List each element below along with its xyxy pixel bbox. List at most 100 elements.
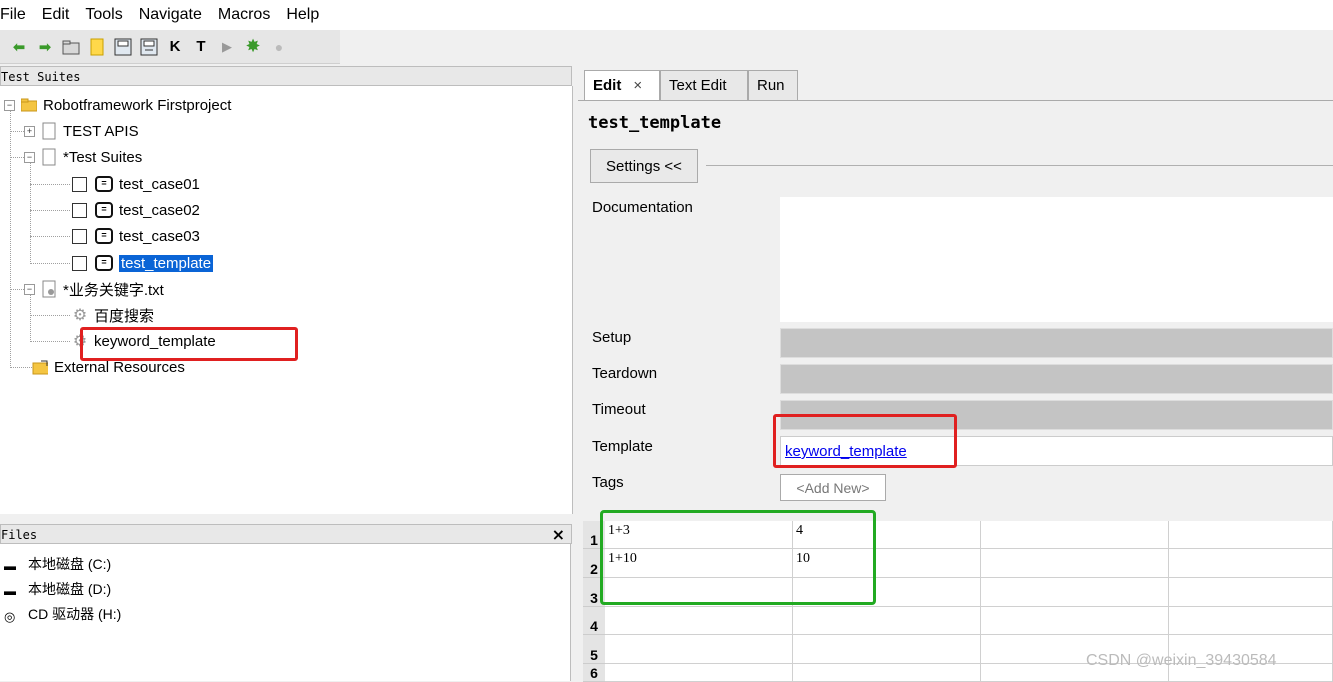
- tab-text-edit[interactable]: Text Edit: [660, 70, 748, 100]
- bug-icon[interactable]: ✸: [242, 36, 264, 58]
- test-search-icon[interactable]: T: [190, 36, 212, 58]
- tree-guide: [10, 367, 32, 368]
- collapse-icon[interactable]: −: [24, 151, 35, 163]
- tags-label: Tags: [592, 474, 624, 491]
- collapse-icon[interactable]: −: [4, 99, 15, 111]
- grid-cell[interactable]: [1169, 521, 1333, 549]
- tree-guide: [30, 184, 70, 185]
- grid-cell[interactable]: [605, 664, 793, 682]
- save-all-icon[interactable]: [138, 36, 160, 58]
- tree-guide: [30, 236, 70, 237]
- test-suites-tree: − Robotframework Firstproject + TEST API…: [0, 86, 573, 514]
- tree-node-test-case[interactable]: = test_case03: [72, 224, 200, 248]
- tree-node-label: test_case03: [119, 227, 200, 245]
- files-title-text: Files: [1, 528, 38, 542]
- highlight-box-keyword: [80, 327, 298, 361]
- grid-cell[interactable]: [1169, 549, 1333, 578]
- disk-drive-icon: ▬: [4, 584, 16, 598]
- tree-node-test-case[interactable]: = test_case01: [72, 172, 200, 196]
- file-item-label: 本地磁盘 (D:): [28, 581, 112, 597]
- robot-icon: =: [95, 202, 113, 218]
- tree-node-test-template-selected[interactable]: = test_template: [72, 251, 214, 275]
- tree-node-label: *业务关键字.txt: [63, 281, 164, 299]
- grid-cell[interactable]: [1169, 578, 1333, 607]
- file-item-label: CD 驱动器 (H:): [28, 606, 122, 622]
- collapse-icon[interactable]: −: [24, 283, 35, 295]
- tree-guide: [10, 289, 24, 290]
- close-icon[interactable]: ×: [552, 525, 565, 545]
- close-icon[interactable]: ×: [633, 77, 642, 94]
- tree-node-keyword[interactable]: ⚙ 百度搜索: [72, 303, 154, 327]
- grid-cell[interactable]: [605, 635, 793, 664]
- forward-arrow-icon[interactable]: ➡: [34, 36, 56, 58]
- files-panel: ▬ 本地磁盘 (C:) ▬ 本地磁盘 (D:) ◎ CD 驱动器 (H:): [0, 544, 571, 681]
- external-resources-icon: [32, 359, 48, 375]
- teardown-field[interactable]: [780, 364, 1333, 394]
- row-number[interactable]: 4: [583, 607, 605, 635]
- menu-bar: File Edit Tools Navigate Macros Help: [0, 0, 1333, 30]
- open-folder-icon[interactable]: [60, 36, 82, 58]
- tree-node-keywords-file[interactable]: − *业务关键字.txt: [24, 277, 164, 301]
- test-checkbox[interactable]: [72, 255, 87, 271]
- grid-cell[interactable]: [981, 578, 1169, 607]
- row-number[interactable]: 5: [583, 635, 605, 664]
- setup-field[interactable]: [780, 328, 1333, 358]
- grid-cell[interactable]: [793, 607, 981, 635]
- grid-cell[interactable]: [605, 607, 793, 635]
- tree-node-label: 百度搜索: [94, 307, 155, 325]
- file-icon: [41, 148, 57, 166]
- grid-cell[interactable]: [1169, 607, 1333, 635]
- setup-label: Setup: [592, 329, 632, 346]
- tree-node-test-suites[interactable]: − *Test Suites: [24, 145, 142, 169]
- keyword-search-icon[interactable]: K: [164, 36, 186, 58]
- menu-edit[interactable]: Edit: [42, 6, 70, 24]
- grid-cell[interactable]: [793, 635, 981, 664]
- file-item[interactable]: ◎ CD 驱动器 (H:): [4, 603, 121, 625]
- menu-macros[interactable]: Macros: [218, 6, 270, 24]
- watermark: CSDN @weixin_39430584: [1086, 652, 1277, 669]
- tab-label: Run: [757, 77, 785, 94]
- file-icon: [41, 122, 57, 140]
- file-item-label: 本地磁盘 (C:): [28, 556, 112, 572]
- expand-icon[interactable]: +: [24, 125, 35, 137]
- new-file-icon[interactable]: [86, 36, 108, 58]
- file-item[interactable]: ▬ 本地磁盘 (C:): [4, 553, 111, 575]
- back-arrow-icon[interactable]: ⬅: [8, 36, 30, 58]
- tree-guide: [30, 263, 70, 264]
- tab-label: Edit: [593, 77, 622, 94]
- add-tag-button[interactable]: <Add New>: [780, 474, 886, 501]
- test-suites-panel-title: Test Suites: [0, 66, 572, 86]
- test-checkbox[interactable]: [72, 202, 87, 218]
- tab-run[interactable]: Run: [748, 70, 798, 100]
- tab-edit[interactable]: Edit ×: [584, 70, 660, 100]
- run-icon[interactable]: ▶: [216, 36, 238, 58]
- menu-help[interactable]: Help: [286, 6, 319, 24]
- menu-tools[interactable]: Tools: [85, 6, 122, 24]
- tree-guide: [30, 160, 31, 264]
- grid-cell[interactable]: [981, 607, 1169, 635]
- tree-node-label: TEST APIS: [63, 122, 139, 140]
- resource-file-icon: [41, 280, 57, 298]
- tree-guide: [30, 210, 70, 211]
- stop-icon[interactable]: ●: [268, 36, 290, 58]
- tree-node-test-apis[interactable]: + TEST APIS: [24, 119, 139, 143]
- grid-cell[interactable]: [793, 664, 981, 682]
- file-item[interactable]: ▬ 本地磁盘 (D:): [4, 578, 111, 600]
- grid-cell[interactable]: [981, 521, 1169, 549]
- row-number[interactable]: 6: [583, 664, 605, 682]
- test-checkbox[interactable]: [72, 228, 87, 244]
- timeout-label: Timeout: [592, 401, 646, 418]
- grid-cell[interactable]: [981, 549, 1169, 578]
- settings-toggle-button[interactable]: Settings <<: [590, 149, 698, 183]
- files-panel-title: Files ×: [0, 524, 572, 544]
- robot-icon: =: [95, 255, 113, 271]
- tree-node-test-case[interactable]: = test_case02: [72, 198, 200, 222]
- robot-icon: =: [95, 176, 113, 192]
- documentation-field[interactable]: [780, 197, 1333, 322]
- menu-navigate[interactable]: Navigate: [139, 6, 202, 24]
- save-icon[interactable]: [112, 36, 134, 58]
- menu-file[interactable]: File: [0, 6, 26, 24]
- tree-node-project[interactable]: − Robotframework Firstproject: [4, 93, 231, 117]
- cd-drive-icon: ◎: [4, 609, 16, 624]
- test-checkbox[interactable]: [72, 176, 87, 192]
